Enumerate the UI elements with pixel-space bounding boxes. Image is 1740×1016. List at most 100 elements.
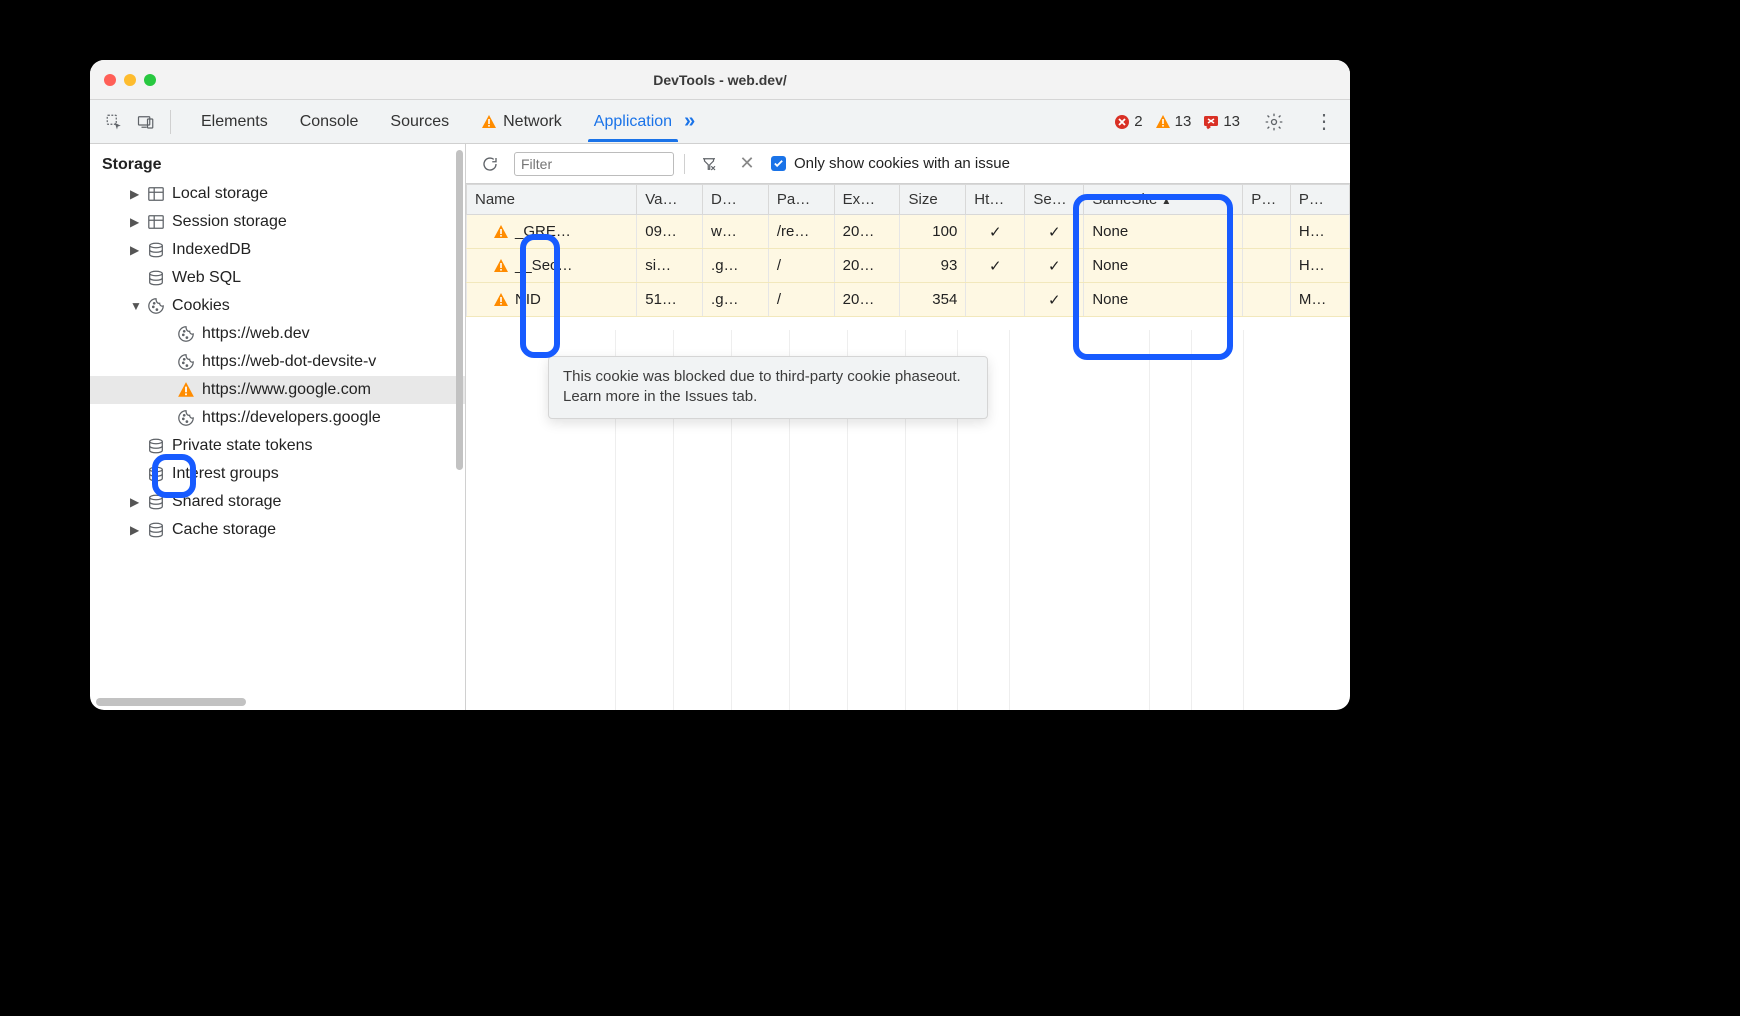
sidebar-item-label: https://web-dot-devsite-v [202,353,376,371]
tab-application[interactable]: Application [592,103,674,141]
grid-icon [146,212,166,232]
cell-p2: H… [1290,215,1349,249]
cell-p1 [1243,249,1291,283]
tab-console[interactable]: Console [298,103,361,141]
sidebar-h-scrollbar[interactable] [96,698,246,706]
sidebar-item[interactable]: ▶Local storage [90,180,465,208]
sidebar-item-label: IndexedDB [172,241,251,259]
sidebar-item[interactable]: ▶Session storage [90,208,465,236]
cookies-table-wrap: NameVa…D…Pa…Ex…SizeHt…Se…SameSite▲P…P… _… [466,184,1350,710]
warning-count[interactable]: 13 [1155,113,1192,130]
cookie-blocked-tooltip: This cookie was blocked due to third-par… [548,356,988,419]
message-count[interactable]: 13 [1203,113,1240,130]
sidebar-item-label: Shared storage [172,493,281,511]
column-header[interactable]: Ht… [966,185,1025,215]
db-icon [146,520,166,540]
warning-icon [493,224,509,240]
filter-input[interactable] [514,152,674,176]
cell-secure: ✓ [1025,249,1084,283]
main-area: Storage ▶Local storage▶Session storage▶I… [90,144,1350,710]
clear-all-icon[interactable]: ✕ [733,150,761,178]
db-icon [146,268,166,288]
cell-expires: 20… [834,283,900,317]
table-row[interactable]: NID51….g…/20…354✓NoneM… [467,283,1350,317]
sidebar-item[interactable]: https://web.dev [90,320,465,348]
column-header[interactable]: Name [467,185,637,215]
cell-path: /re… [768,215,834,249]
cell-path: / [768,283,834,317]
sidebar-heading-storage: Storage [90,152,465,180]
sidebar-item[interactable]: ▼Cookies [90,292,465,320]
column-header[interactable]: SameSite▲ [1084,185,1243,215]
column-header[interactable]: Se… [1025,185,1084,215]
sidebar-item-label: https://developers.google [202,409,381,427]
cell-path: / [768,249,834,283]
expand-arrow-icon[interactable]: ▶ [130,495,140,509]
column-header[interactable]: Va… [637,185,703,215]
separator [170,110,171,134]
cookie-icon [146,296,166,316]
sidebar-item[interactable]: Private state tokens [90,432,465,460]
settings-icon[interactable] [1260,108,1288,136]
device-toolbar-icon[interactable] [132,108,160,136]
cell-http [966,283,1025,317]
refresh-icon[interactable] [476,150,504,178]
cookie-icon [176,324,196,344]
expand-arrow-icon[interactable]: ▶ [130,523,140,537]
column-header[interactable]: Ex… [834,185,900,215]
cell-domain: w… [703,215,769,249]
sidebar-item[interactable]: Interest groups [90,460,465,488]
expand-arrow-icon[interactable]: ▼ [130,299,140,313]
cell-domain: .g… [703,283,769,317]
table-row[interactable]: _GRE…09…w…/re…20…100✓✓NoneH… [467,215,1350,249]
only-issues-label: Only show cookies with an issue [794,155,1010,172]
sidebar-item[interactable]: https://web-dot-devsite-v [90,348,465,376]
sidebar-item[interactable]: https://developers.google [90,404,465,432]
cell-size: 354 [900,283,966,317]
tab-sources[interactable]: Sources [388,103,451,141]
error-count[interactable]: 2 [1114,113,1142,130]
db-icon [146,492,166,512]
cell-http: ✓ [966,249,1025,283]
sidebar: Storage ▶Local storage▶Session storage▶I… [90,144,466,710]
warning-icon [493,258,509,274]
cookies-panel: ✕ Only show cookies with an issue NameVa… [466,144,1350,710]
cell-value: 09… [637,215,703,249]
sort-asc-icon: ▲ [1161,196,1171,207]
column-header[interactable]: P… [1290,185,1349,215]
only-issues-checkbox[interactable]: Only show cookies with an issue [771,155,1010,172]
sidebar-item[interactable]: Web SQL [90,264,465,292]
sidebar-item-label: Interest groups [172,465,279,483]
column-header[interactable]: D… [703,185,769,215]
expand-arrow-icon[interactable]: ▶ [130,243,140,257]
cookie-icon [176,408,196,428]
cell-p2: M… [1290,283,1349,317]
table-row[interactable]: __Sec…si….g…/20…93✓✓NoneH… [467,249,1350,283]
sidebar-item-label: Web SQL [172,269,241,287]
cell-expires: 20… [834,215,900,249]
tab-elements[interactable]: Elements [199,103,270,141]
expand-arrow-icon[interactable]: ▶ [130,187,140,201]
expand-arrow-icon[interactable]: ▶ [130,215,140,229]
cell-value: si… [637,249,703,283]
sidebar-item[interactable]: ▶Cache storage [90,516,465,544]
more-tabs-button[interactable]: » [678,110,701,133]
column-header[interactable]: P… [1243,185,1291,215]
devtools-window: DevTools - web.dev/ ElementsConsoleSourc… [90,60,1350,710]
sidebar-item-label: https://www.google.com [202,381,371,399]
panel-tabstrip: Elements Console Sources Network Application… [90,100,1350,144]
sidebar-item[interactable]: https://www.google.com [90,376,465,404]
sidebar-item[interactable]: ▶ Shared storage [90,488,465,516]
sidebar-scrollbar[interactable] [456,150,463,470]
tab-network[interactable]: Network [479,103,564,141]
cell-size: 93 [900,249,966,283]
cell-name: _GRE… [467,215,637,249]
clear-filter-icon[interactable] [695,150,723,178]
cell-secure: ✓ [1025,283,1084,317]
column-header[interactable]: Pa… [768,185,834,215]
sidebar-item[interactable]: ▶ IndexedDB [90,236,465,264]
column-header[interactable]: Size [900,185,966,215]
more-options-icon[interactable]: ⋮ [1308,109,1340,134]
cookies-toolbar: ✕ Only show cookies with an issue [466,144,1350,184]
inspect-element-icon[interactable] [100,108,128,136]
